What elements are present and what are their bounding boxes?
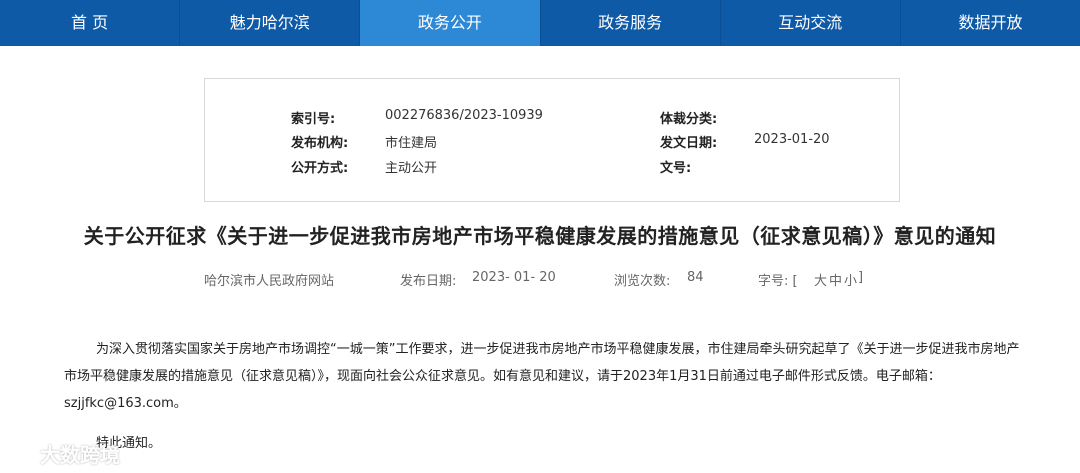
watermark: 大数跨境 — [6, 438, 120, 468]
watermark-text: 大数跨境 — [40, 442, 120, 467]
font-size-medium-link[interactable]: 中 — [829, 270, 842, 289]
nav-item-interaction[interactable]: 互动交流 — [721, 0, 901, 46]
document-meta-box: 索引号: 002276836/2023-10939 体裁分类: 发布机构: 市住… — [204, 78, 900, 202]
views-label: 浏览次数: — [614, 274, 671, 289]
nav-item-open-data[interactable]: 数据开放 — [901, 0, 1080, 46]
views-value: 84 — [687, 270, 704, 285]
font-size-large-link[interactable]: 大 — [814, 270, 827, 289]
top-nav: 首 页 魅力哈尔滨 政务公开 政务服务 互动交流 数据开放 — [0, 0, 1080, 46]
issue-date-value: 2023-01-20 — [754, 132, 830, 147]
article-body: 为深入贯彻落实国家关于房地产市场调控“一城一策”工作要求，进一步促进我市房地产市… — [64, 342, 1020, 411]
issue-date-label: 发文日期: — [660, 136, 718, 151]
publisher-label: 发布机构: — [291, 136, 349, 151]
index-value: 002276836/2023-10939 — [385, 108, 543, 123]
publish-date-label: 发布日期: — [400, 274, 457, 289]
nav-item-home[interactable]: 首 页 — [0, 0, 181, 46]
open-mode-label: 公开方式: — [291, 161, 349, 176]
font-size-label: 字号: [ — [758, 274, 798, 289]
font-size-small-link[interactable]: 小 — [844, 270, 857, 289]
meta-row-open-mode: 公开方式: 主动公开 文号: — [205, 157, 899, 181]
publisher-value: 市住建局 — [385, 136, 438, 151]
doc-no-label: 文号: — [660, 161, 692, 176]
nav-item-charm-harbin[interactable]: 魅力哈尔滨 — [180, 0, 361, 46]
open-mode-value: 主动公开 — [385, 161, 438, 176]
nav-item-government-affairs-open[interactable]: 政务公开 — [360, 0, 541, 46]
article-title: 关于公开征求《关于进一步促进我市房地产市场平稳健康发展的措施意见（征求意见稿）》… — [83, 224, 997, 248]
meta-row-index: 索引号: 002276836/2023-10939 体裁分类: — [205, 108, 899, 132]
article-source: 哈尔滨市人民政府网站 — [204, 274, 335, 289]
index-label: 索引号: — [291, 112, 336, 127]
nav-item-government-services[interactable]: 政务服务 — [541, 0, 721, 46]
genre-label: 体裁分类: — [660, 112, 718, 127]
publish-date-value: 2023- 01- 20 — [472, 270, 556, 285]
meta-row-publisher: 发布机构: 市住建局 发文日期: 2023-01-20 — [205, 132, 899, 156]
font-size-bracket-end: ] — [858, 270, 864, 285]
watermark-logo-icon — [8, 441, 34, 463]
